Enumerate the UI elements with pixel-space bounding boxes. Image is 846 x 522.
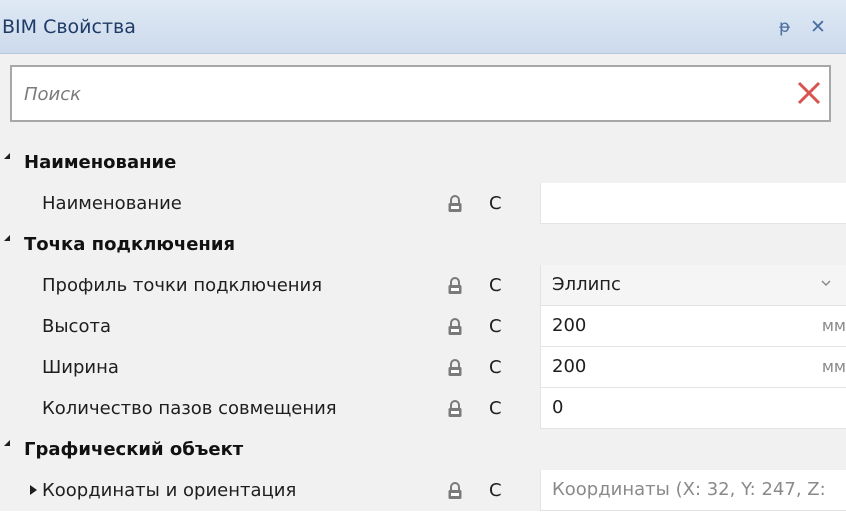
category-header-connection-point[interactable]: Точка подключения [0, 224, 846, 265]
search-input[interactable] [22, 67, 786, 122]
property-flag: С [489, 398, 502, 419]
property-flag: С [489, 193, 502, 214]
search-box [10, 65, 831, 122]
slot-count-value-field[interactable]: 0 [540, 388, 846, 429]
property-label: Профиль точки подключения [42, 275, 323, 296]
category-label: Точка подключения [24, 234, 236, 255]
property-flag: С [489, 357, 502, 378]
chevron-down-icon[interactable] [820, 278, 832, 288]
coordinates-value-field[interactable]: Координаты (X: 32, Y: 247, Z: [540, 470, 846, 511]
property-label: Высота [42, 316, 111, 337]
unit-label: мм [821, 357, 846, 376]
property-value-field[interactable] [540, 183, 846, 224]
property-value: 200 [552, 315, 587, 336]
lock-icon [448, 277, 462, 294]
height-value-field[interactable]: 200 мм [540, 306, 846, 347]
lock-icon [448, 359, 462, 376]
category-label: Наименование [24, 152, 177, 173]
collapse-arrow-icon[interactable] [4, 235, 10, 241]
collapse-arrow-icon[interactable] [4, 440, 10, 446]
panel-title-bar: BIM Свойства ᵽ ✕ [0, 0, 846, 54]
property-label: Наименование [42, 193, 182, 214]
property-row-height[interactable]: Высота С 200 мм [0, 306, 846, 347]
unit-label: мм [821, 316, 846, 335]
panel-title: BIM Свойства [2, 16, 136, 38]
close-icon[interactable]: ✕ [810, 0, 826, 54]
property-row-name[interactable]: Наименование С [0, 183, 846, 224]
lock-icon [448, 482, 462, 499]
bim-properties-panel: BIM Свойства ᵽ ✕ Наименование Наименован… [0, 0, 846, 522]
category-label: Графический объект [24, 439, 244, 460]
expand-arrow-icon[interactable] [30, 485, 37, 495]
lock-icon [448, 318, 462, 335]
property-value: 200 [552, 356, 587, 377]
property-label: Ширина [42, 357, 119, 378]
property-label: Количество пазов совмещения [42, 398, 337, 419]
property-value: Координаты (X: 32, Y: 247, Z: [552, 479, 826, 500]
width-value-field[interactable]: 200 мм [540, 347, 846, 388]
category-header-graphic-object[interactable]: Графический объект [0, 429, 846, 470]
property-row-slot-count[interactable]: Количество пазов совмещения С 0 [0, 388, 846, 429]
pin-icon[interactable]: ᵽ [779, 0, 790, 54]
property-flag: С [489, 275, 502, 296]
category-header-naimenovanie[interactable]: Наименование [0, 142, 846, 183]
property-flag: С [489, 480, 502, 501]
property-value: 0 [552, 397, 564, 418]
dropdown-selected-value: Эллипс [552, 274, 621, 295]
property-flag: С [489, 316, 502, 337]
lock-icon [448, 400, 462, 417]
property-row-width[interactable]: Ширина С 200 мм [0, 347, 846, 388]
profile-dropdown[interactable]: Эллипс [540, 265, 846, 306]
property-row-profile[interactable]: Профиль точки подключения С Эллипс [0, 265, 846, 306]
property-row-coordinates[interactable]: Координаты и ориентация С Координаты (X:… [0, 470, 846, 511]
collapse-arrow-icon[interactable] [4, 153, 10, 159]
clear-search-icon[interactable] [795, 79, 823, 107]
lock-icon [448, 195, 462, 212]
search-area [0, 54, 846, 142]
property-grid: Наименование Наименование С Точка подклю… [0, 142, 846, 511]
property-label: Координаты и ориентация [42, 480, 297, 501]
